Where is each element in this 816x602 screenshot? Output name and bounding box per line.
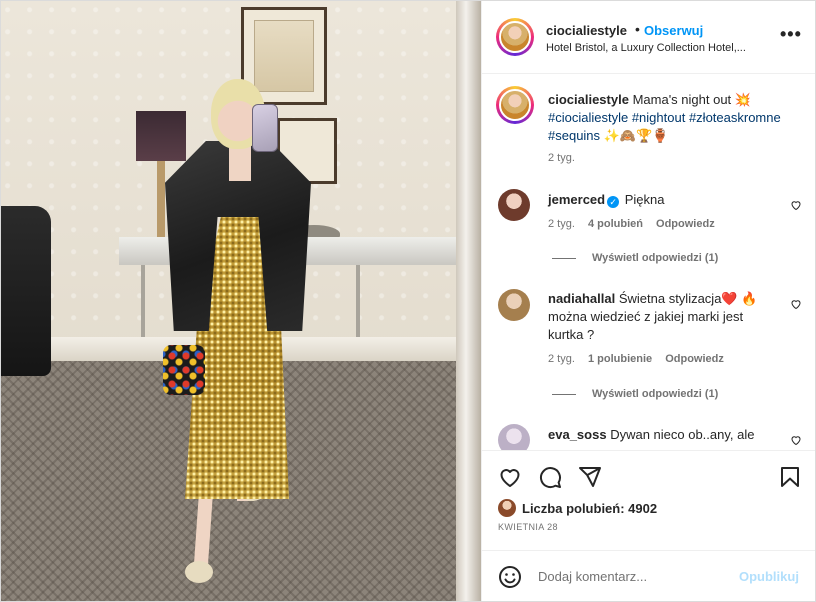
comment-time[interactable]: 2 tyg. bbox=[548, 353, 575, 365]
photo-lamp-base bbox=[157, 161, 165, 241]
view-replies-button[interactable]: Wyświetl odpowiedzi (1) bbox=[552, 252, 718, 264]
post-caption: ciocialiestyle Mama's night out 💥 #cioci… bbox=[548, 91, 798, 145]
reply-button[interactable]: Odpowiedz bbox=[656, 218, 715, 230]
post-actions: Liczba polubień: 4902 KWIETNIA 28 bbox=[482, 450, 815, 551]
comment-username[interactable]: eva_soss bbox=[548, 427, 607, 442]
reply-button[interactable]: Odpowiedz bbox=[665, 353, 724, 365]
hashtag-link[interactable]: #sequins bbox=[548, 128, 600, 143]
like-comment-heart-icon[interactable] bbox=[790, 298, 802, 310]
photo-stroller bbox=[1, 206, 51, 376]
post-comment-button[interactable]: Opublikuj bbox=[739, 569, 799, 584]
hashtag-link[interactable]: #nightout bbox=[632, 110, 686, 125]
caption-text: Mama's night out 💥 bbox=[632, 92, 751, 107]
caption-timestamp[interactable]: 2 tyg. bbox=[548, 152, 575, 164]
add-comment-bar: Opublikuj bbox=[482, 550, 815, 601]
save-bookmark-icon[interactable] bbox=[778, 465, 802, 489]
comment-text: jemerced ✓ Piękna bbox=[548, 191, 758, 209]
photo-lamp-shade bbox=[136, 111, 186, 161]
comment-bubble-icon[interactable] bbox=[538, 465, 562, 489]
author-username[interactable]: ciocialiestyle bbox=[546, 23, 627, 38]
post-modal: ciocialiestyle • Obserwuj Hotel Bristol,… bbox=[0, 0, 816, 602]
comment-avatar[interactable] bbox=[498, 289, 530, 321]
liker-avatar[interactable] bbox=[498, 499, 516, 517]
caption-author-avatar[interactable] bbox=[496, 86, 534, 124]
comment-avatar[interactable] bbox=[498, 189, 530, 221]
photo-handbag bbox=[163, 345, 205, 395]
author-avatar[interactable] bbox=[496, 18, 534, 56]
like-comment-heart-icon[interactable] bbox=[790, 434, 802, 446]
photo-mirror-edge bbox=[456, 1, 481, 601]
hashtag-link[interactable]: #złoteaskromne bbox=[689, 110, 781, 125]
likes-label[interactable]: Liczba polubień: 4902 bbox=[522, 501, 657, 516]
post-location[interactable]: Hotel Bristol, a Luxury Collection Hotel… bbox=[546, 42, 746, 54]
comment-username[interactable]: jemerced bbox=[548, 192, 605, 207]
comment-time[interactable]: 2 tyg. bbox=[548, 218, 575, 230]
post-date[interactable]: KWIETNIA 28 bbox=[498, 522, 558, 532]
caption-username[interactable]: ciocialiestyle bbox=[548, 92, 629, 107]
caption-emojis: ✨🙈🏆🏺 bbox=[603, 128, 669, 143]
post-photo[interactable] bbox=[1, 1, 481, 601]
post-panel: ciocialiestyle • Obserwuj Hotel Bristol,… bbox=[481, 1, 815, 601]
more-options-icon[interactable]: ••• bbox=[780, 25, 802, 43]
comment-likes[interactable]: 1 polubienie bbox=[588, 353, 652, 365]
comment-input[interactable] bbox=[538, 565, 728, 587]
view-replies-button[interactable]: Wyświetl odpowiedzi (1) bbox=[552, 388, 718, 400]
like-heart-icon[interactable] bbox=[498, 465, 522, 489]
emoji-picker-icon[interactable] bbox=[498, 565, 522, 589]
follow-button[interactable]: Obserwuj bbox=[644, 23, 703, 38]
photo-phone bbox=[252, 104, 278, 152]
post-header: ciocialiestyle • Obserwuj Hotel Bristol,… bbox=[482, 1, 815, 74]
comment-body: Piękna bbox=[624, 192, 665, 207]
comment-text: eva_soss Dywan nieco ob..any, ale bbox=[548, 426, 758, 444]
comments-list[interactable]: ciocialiestyle Mama's night out 💥 #cioci… bbox=[482, 74, 815, 450]
hashtag-link[interactable]: #ciocialiestyle bbox=[548, 110, 628, 125]
verified-badge-icon: ✓ bbox=[607, 196, 620, 208]
comment-avatar[interactable] bbox=[498, 424, 530, 450]
photo-shoe bbox=[185, 561, 213, 583]
share-send-icon[interactable] bbox=[578, 465, 602, 489]
comment-meta: 2 tyg. 4 polubień Odpowiedz bbox=[548, 218, 725, 230]
comment-likes[interactable]: 4 polubień bbox=[588, 218, 643, 230]
comment-meta: 2 tyg. 1 polubienie Odpowiedz bbox=[548, 353, 734, 365]
comment-username[interactable]: nadiahallal bbox=[548, 291, 615, 306]
likes-count[interactable]: Liczba polubień: 4902 bbox=[498, 499, 657, 517]
comment-text: nadiahallal Świetna stylizacja❤️ 🔥 można… bbox=[548, 290, 758, 344]
header-separator: • bbox=[635, 21, 640, 37]
comment-body: Dywan nieco ob..any, ale bbox=[610, 427, 755, 442]
like-comment-heart-icon[interactable] bbox=[790, 199, 802, 211]
